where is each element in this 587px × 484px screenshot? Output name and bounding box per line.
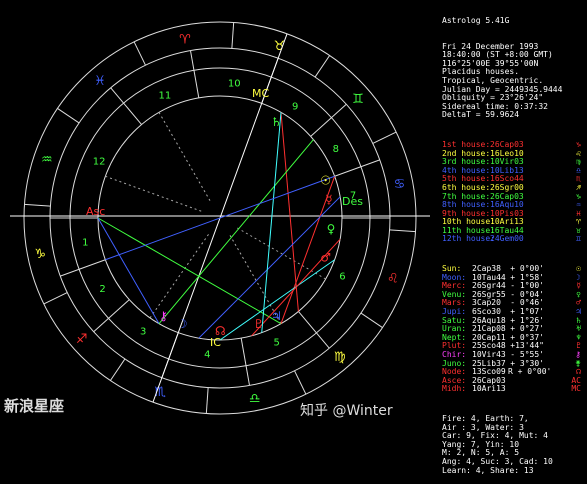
zodiac-sign-icon: ♓ xyxy=(94,74,106,89)
mc-label: MC xyxy=(252,87,269,100)
app-title: Astrolog 5.41G xyxy=(442,16,510,25)
planet-name: Midh: xyxy=(442,384,467,394)
planet-glyph-icon: ☽ xyxy=(177,317,188,331)
zodiac-sign-icon: ♋ xyxy=(394,177,406,192)
house-label: 12th house: xyxy=(442,234,495,244)
zodiac-sign-icon: ♍ xyxy=(334,350,346,365)
sign-divider xyxy=(372,131,397,144)
house-cusp xyxy=(189,50,200,98)
dotted-spoke xyxy=(158,112,211,201)
zodiac-sign-icon: ♈ xyxy=(179,32,191,47)
zodiac-sign-icon: ♐ xyxy=(76,332,88,347)
zodiac-sign-icon: ♌ xyxy=(387,272,399,287)
planet-speed: R + 0°00' xyxy=(508,367,552,377)
chart-info-line: DeltaT = 59.9624 xyxy=(442,110,520,120)
planet-glyph-icon: ♃ xyxy=(271,309,282,323)
sign-divider xyxy=(24,203,51,207)
house-cusp xyxy=(240,338,251,386)
house-value: 24Gem00 xyxy=(490,234,524,244)
sina-logo: 新浪星座 xyxy=(4,397,65,415)
house-cusp xyxy=(310,103,347,137)
planet-glyph-icon: ♂ xyxy=(320,250,331,264)
sign-divider xyxy=(133,41,146,66)
element-summary-line: Yang: 7, Yin: 10 xyxy=(442,439,520,449)
astrology-wheel: ♑♐♏ ♎♍♌♋♊♉♈♓♒123456789101112♃♇☊♄☉☿♀♂⚷☽ As… xyxy=(10,21,430,415)
sign-divider xyxy=(109,358,126,381)
sign-divider xyxy=(43,292,68,305)
zodiac-sign-icon: ♑ xyxy=(34,247,46,262)
info-panel: Astrolog 5.41G Fri 24 December 1993 18:40… xyxy=(442,0,587,474)
house-number: 12 xyxy=(93,157,106,168)
desc-label: Des xyxy=(342,195,363,208)
sign-divider xyxy=(231,22,235,49)
dotted-spoke xyxy=(149,234,209,319)
sign-divider xyxy=(294,370,307,395)
house-number: 5 xyxy=(273,337,279,348)
aspect-line xyxy=(97,217,160,324)
sign-divider xyxy=(389,229,416,233)
planet-glyph-icon: ♇ xyxy=(253,317,264,331)
element-summary-line: Ang: 4, Suc: 3, Cad: 10 xyxy=(442,456,553,466)
planet-glyph-icon: ⚷ xyxy=(159,309,168,323)
sign-divider xyxy=(57,107,80,124)
sign-divider xyxy=(314,55,331,78)
house-number: 10 xyxy=(228,79,241,90)
house-cusp xyxy=(334,159,380,177)
sign-divider xyxy=(205,387,209,414)
house-number: 2 xyxy=(99,284,105,295)
dotted-spoke xyxy=(105,175,202,212)
element-summary-line: Learn: 4, Share: 13 xyxy=(442,465,534,475)
asc-label: Asc xyxy=(86,205,105,218)
element-summary-line: Car: 9, Fix: 4, Mut: 4 xyxy=(442,431,548,441)
planet-glyph-icon: ♄ xyxy=(271,115,282,129)
zodiac-sign-icon: ♒ xyxy=(41,152,53,167)
house-cusp xyxy=(60,259,106,277)
house-number: 1 xyxy=(82,238,88,249)
element-summary-line: M: 2, N: 5, A: 5 xyxy=(442,448,520,458)
planet-glyph-icon: ☿ xyxy=(325,193,332,207)
zodiac-sign-icon: ♉ xyxy=(274,39,286,54)
zodiac-sign-icon: ♊ xyxy=(352,92,364,107)
planet-row: Midh: 10Ari13 MC xyxy=(442,385,587,394)
house-number: 6 xyxy=(339,271,345,282)
zodiac-sign-icon: ♎ xyxy=(249,392,261,407)
planet-glyph-icon: MC xyxy=(571,384,581,394)
house-number: 9 xyxy=(292,101,298,112)
planet-position: 10Ari13 xyxy=(472,384,506,394)
ic-label: IC xyxy=(210,336,221,349)
planet-speed xyxy=(508,377,544,386)
house-number: 8 xyxy=(333,144,339,155)
sign-divider xyxy=(360,312,383,329)
house-number: 4 xyxy=(204,349,210,360)
sign-glyph-icon: ♊ xyxy=(576,234,581,244)
house-number: 3 xyxy=(140,327,146,338)
aspect-line xyxy=(97,217,282,325)
house-cusp xyxy=(93,299,130,333)
zhihu-watermark: 知乎 @Winter xyxy=(300,403,393,419)
house-number: 11 xyxy=(159,91,172,102)
planet-speed xyxy=(508,385,544,394)
planet-glyph-icon: ♀ xyxy=(327,222,336,236)
house-row: 12th house: 24Gem00 ♊ xyxy=(442,235,587,244)
planet-glyph-icon: ☉ xyxy=(320,174,331,188)
